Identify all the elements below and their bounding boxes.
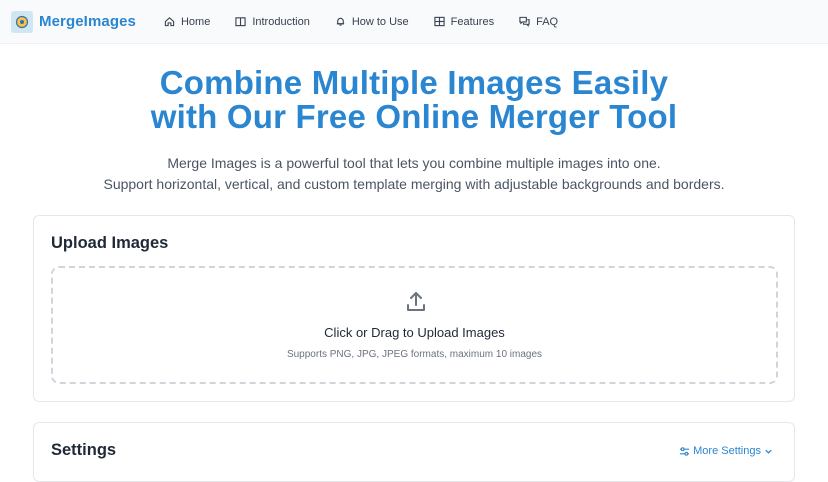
brand-name: MergeImages bbox=[39, 13, 136, 30]
logo-icon bbox=[11, 10, 33, 33]
nav-item-label: Home bbox=[180, 15, 211, 28]
hero-subtitle-line-2: Support horizontal, vertical, and custom… bbox=[103, 176, 725, 192]
nav-item-home[interactable]: Home bbox=[164, 16, 210, 28]
hero-title: Combine Multiple Images Easily with Our … bbox=[0, 66, 828, 134]
dropzone-title: Click or Drag to Upload Images bbox=[324, 325, 505, 340]
hero-title-line-2: with Our Free Online Merger Tool bbox=[150, 98, 678, 135]
hero-title-line-1: Combine Multiple Images Easily bbox=[159, 64, 669, 101]
nav-menu: Home Introduction How to Use Features FA… bbox=[164, 16, 583, 28]
nav-item-label: FAQ bbox=[536, 15, 559, 28]
nav-item-label: Introduction bbox=[252, 15, 310, 28]
chevron-down-icon bbox=[765, 449, 772, 454]
grid-icon bbox=[434, 16, 445, 27]
hero-subtitle-line-1: Merge Images is a powerful tool that let… bbox=[167, 155, 661, 171]
nav-item-faq[interactable]: FAQ bbox=[519, 16, 558, 28]
dropzone-hint: Supports PNG, JPG, JPEG formats, maximum… bbox=[286, 349, 543, 360]
bell-icon bbox=[336, 17, 344, 26]
more-settings-label: More Settings bbox=[693, 445, 761, 457]
top-navbar: MergeImages Home Introduction How to Use… bbox=[0, 0, 828, 44]
settings-card-title: Settings bbox=[51, 441, 117, 459]
upload-icon bbox=[407, 292, 425, 311]
nav-item-label: Features bbox=[450, 15, 495, 28]
upload-card: Upload Images Click or Drag to Upload Im… bbox=[33, 215, 795, 402]
sliders-icon bbox=[680, 446, 690, 456]
hero-subtitle: Merge Images is a powerful tool that let… bbox=[0, 153, 828, 195]
nav-item-introduction[interactable]: Introduction bbox=[235, 15, 310, 28]
book-icon bbox=[235, 17, 246, 27]
nav-item-features[interactable]: Features bbox=[434, 16, 494, 28]
home-icon bbox=[164, 17, 175, 27]
nav-item-label: How to Use bbox=[351, 15, 409, 28]
upload-card-title: Upload Images bbox=[51, 234, 169, 252]
upload-dropzone[interactable]: Click or Drag to Upload Images Supports … bbox=[51, 266, 778, 384]
nav-item-how-to-use[interactable]: How to Use bbox=[335, 16, 409, 28]
chat-icon bbox=[519, 16, 530, 27]
settings-card: Settings More Settings bbox=[33, 422, 795, 482]
more-settings-button[interactable]: More Settings bbox=[676, 445, 776, 457]
brand[interactable]: MergeImages bbox=[11, 10, 136, 33]
